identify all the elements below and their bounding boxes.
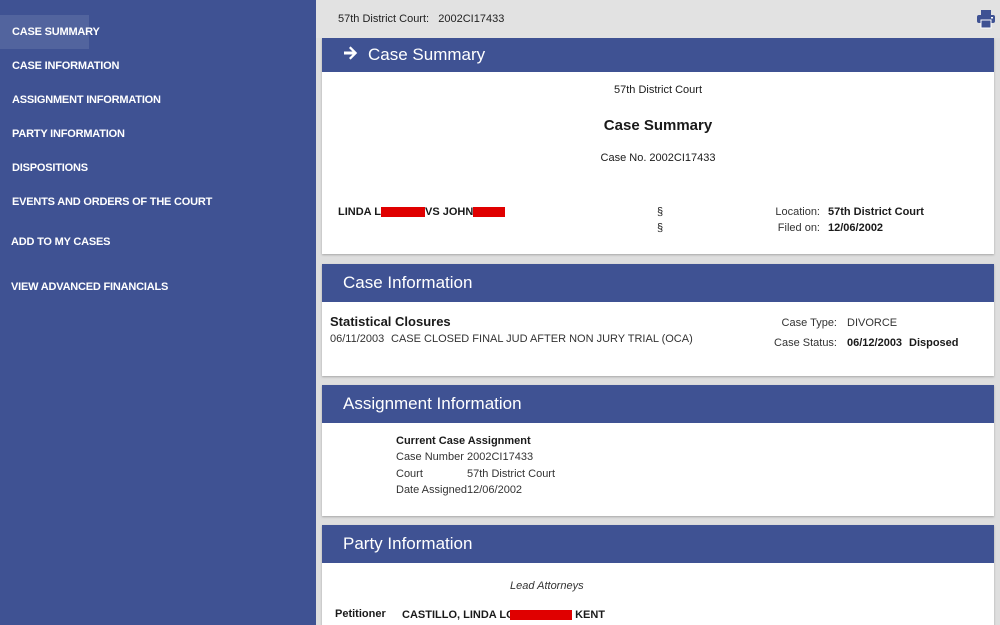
redaction-bar <box>380 207 425 218</box>
section-symbol: § <box>657 206 664 218</box>
party-left-name: LINDA L <box>338 206 381 218</box>
sidebar-item-case-information[interactable]: CASE INFORMATION <box>12 60 119 72</box>
assignment-case-number-value: 2002CI17433 <box>467 451 534 463</box>
attorney-name-suffix: KENT <box>575 609 606 621</box>
case-information-header: Case Information <box>322 264 994 302</box>
print-icon[interactable] <box>976 9 996 29</box>
top-bar-case-label: 57th District Court: 2002CI17433 <box>338 13 504 25</box>
location-label: Location: <box>775 206 820 218</box>
case-status-date: 06/12/2003 <box>847 337 903 349</box>
filed-on-label: Filed on: <box>777 222 820 234</box>
sidebar-item-party-information[interactable]: PARTY INFORMATION <box>12 128 125 140</box>
summary-case-number: Case No. 2002CI17433 <box>600 152 716 164</box>
sidebar-item-case-summary[interactable]: CASE SUMMARY <box>0 15 100 49</box>
case-summary-header-title: Case Summary <box>368 45 486 64</box>
party-role: Petitioner <box>335 608 386 620</box>
case-status-value: Disposed <box>909 337 959 349</box>
section-symbol: § <box>657 222 664 234</box>
case-summary-header: Case Summary <box>322 38 994 72</box>
assignment-date-value: 12/06/2002 <box>467 484 523 496</box>
current-assignment-title: Current Case Assignment <box>396 435 531 447</box>
party-name: CASTILLO, LINDA LOU <box>402 609 523 621</box>
sidebar-nav: CASE SUMMARY CASE INFORMATION ASSIGNMENT… <box>0 0 316 625</box>
case-status-label: Case Status: <box>774 337 837 349</box>
closure-text: CASE CLOSED FINAL JUD AFTER NON JURY TRI… <box>391 333 693 345</box>
party-information-header: Party Information <box>322 525 994 563</box>
view-advanced-financials-link[interactable]: VIEW ADVANCED FINANCIALS <box>11 281 168 293</box>
top-bar: 57th District Court: 2002CI17433 <box>316 0 1000 38</box>
filed-on-value: 12/06/2002 <box>828 222 884 234</box>
assignment-court-label: Court <box>396 468 423 480</box>
redaction-bar <box>510 610 572 621</box>
top-bar-case-number: 2002CI17433 <box>438 13 505 25</box>
party-right-name: VS JOHN <box>424 206 474 218</box>
assignment-date-label: Date Assigned <box>396 484 467 496</box>
statistical-closures-title: Statistical Closures <box>330 314 451 329</box>
case-summary-panel: Case Summary 57th District Court Case Su… <box>322 38 994 254</box>
main-content: Case Summary 57th District Court Case Su… <box>316 38 1000 625</box>
case-information-panel: Case Information Statistical Closures 06… <box>322 264 994 376</box>
party-attorney: KENT <box>510 609 605 621</box>
case-parties: LINDA L VS JOHN <box>338 206 506 218</box>
sidebar-item-dispositions[interactable]: DISPOSITIONS <box>12 162 88 174</box>
case-type-value: DIVORCE <box>847 317 898 329</box>
sidebar-item-assignment-information[interactable]: ASSIGNMENT INFORMATION <box>12 94 161 106</box>
summary-court-name: 57th District Court <box>613 84 703 96</box>
redaction-bar <box>473 207 506 218</box>
add-to-my-cases-link[interactable]: ADD TO MY CASES <box>11 236 110 248</box>
assignment-information-panel: Assignment Information Current Case Assi… <box>322 385 994 516</box>
case-type-label: Case Type: <box>781 317 837 329</box>
top-bar-court: 57th District Court: <box>338 13 430 25</box>
assignment-information-header: Assignment Information <box>322 385 994 423</box>
party-information-panel: Party Information Lead Attorneys Petitio… <box>322 525 994 625</box>
summary-title: Case Summary <box>603 117 713 134</box>
sidebar-item-events-and-orders[interactable]: EVENTS AND ORDERS OF THE COURT <box>12 196 212 208</box>
arrow-right-icon <box>343 39 359 73</box>
assignment-court-value: 57th District Court <box>467 468 556 480</box>
lead-attorneys-label: Lead Attorneys <box>510 580 584 592</box>
closure-date: 06/11/2003 <box>330 333 385 345</box>
assignment-case-number-label: Case Number <box>396 451 464 463</box>
location-value: 57th District Court <box>828 206 924 218</box>
